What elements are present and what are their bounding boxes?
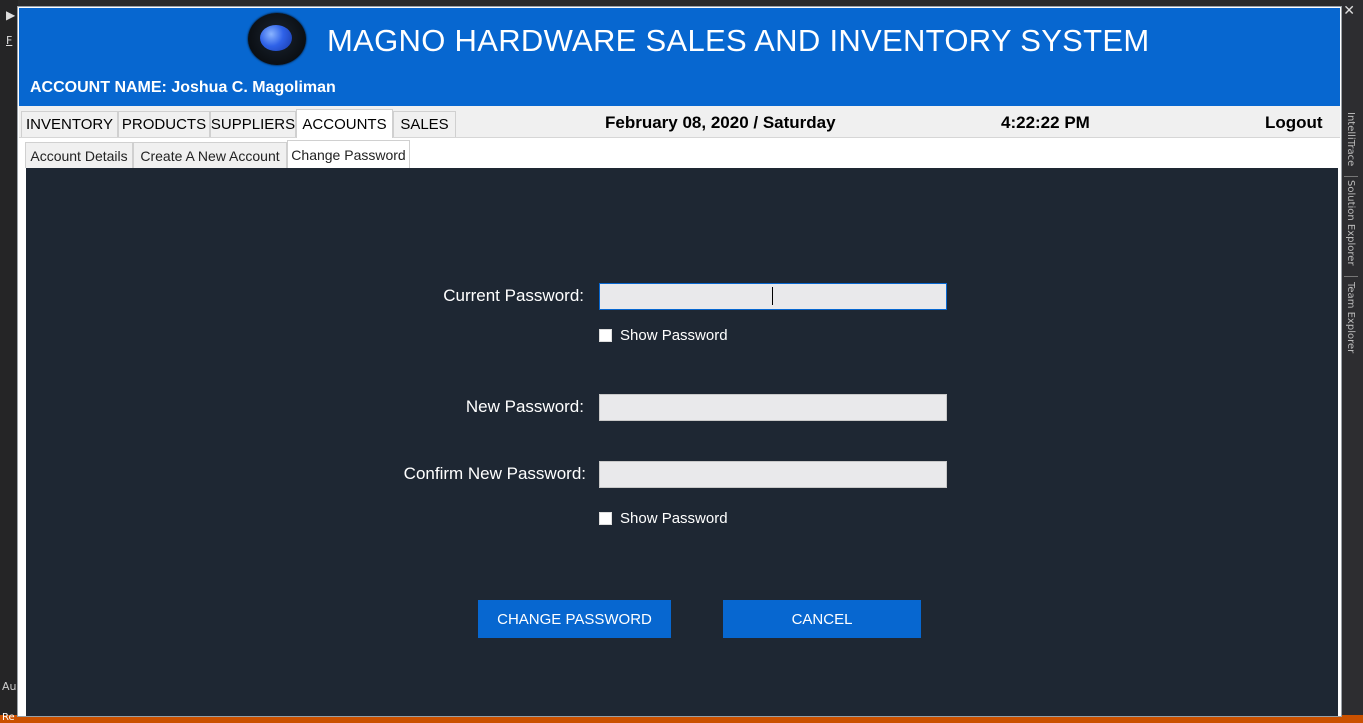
subtab-change-password[interactable]: Change Password — [287, 140, 410, 168]
ide-left-fragment-bottom: Au — [2, 680, 17, 693]
current-date: February 08, 2020 / Saturday — [605, 113, 836, 132]
confirm-password-input[interactable] — [599, 461, 947, 488]
ide-tab-team-explorer[interactable]: Team Explorer — [1345, 282, 1356, 353]
tab-accounts[interactable]: ACCOUNTS — [296, 109, 393, 138]
close-icon[interactable]: ✕ — [1343, 3, 1355, 19]
tab-inventory[interactable]: INVENTORY — [21, 111, 118, 137]
ide-left-fragment: F — [6, 34, 13, 47]
cancel-button[interactable]: CANCEL — [723, 600, 921, 638]
tab-products[interactable]: PRODUCTS — [118, 111, 210, 137]
show-password-checkbox-2[interactable]: Show Password — [599, 510, 728, 527]
new-password-input[interactable] — [599, 394, 947, 421]
subtab-account-details[interactable]: Account Details — [25, 142, 133, 168]
ide-tab-intellitrace[interactable]: IntelliTrace — [1345, 112, 1356, 166]
ide-tab-solution-explorer[interactable]: Solution Explorer — [1345, 180, 1356, 266]
show-password-label-2: Show Password — [620, 510, 728, 527]
checkbox-icon[interactable] — [599, 512, 612, 525]
droplet-logo-icon — [248, 13, 306, 65]
current-password-label: Current Password: — [443, 286, 584, 305]
app-window: MAGNO HARDWARE SALES AND INVENTORY SYSTE… — [17, 6, 1342, 717]
show-password-checkbox-1[interactable]: Show Password — [599, 327, 728, 344]
tab-suppliers[interactable]: SUPPLIERS — [210, 111, 296, 137]
app-header: MAGNO HARDWARE SALES AND INVENTORY SYSTE… — [19, 8, 1340, 106]
confirm-password-label: Confirm New Password: — [403, 464, 586, 483]
ide-right-strip: ✕ IntelliTrace Solution Explorer Team Ex… — [1341, 0, 1363, 723]
logout-link[interactable]: Logout — [1265, 113, 1323, 133]
ide-left-strip: ▶ F Au — [0, 0, 18, 723]
change-password-button[interactable]: CHANGE PASSWORD — [478, 600, 671, 638]
account-name: ACCOUNT NAME: Joshua C. Magoliman — [30, 79, 336, 96]
ide-tab-separator — [1344, 176, 1358, 177]
show-password-label-1: Show Password — [620, 327, 728, 344]
current-time: 4:22:22 PM — [1001, 113, 1090, 132]
ide-status-fragment: Re — [2, 712, 15, 723]
current-password-input[interactable] — [599, 283, 947, 310]
app-title: MAGNO HARDWARE SALES AND INVENTORY SYSTE… — [327, 23, 1150, 58]
new-password-label: New Password: — [465, 397, 584, 416]
subtab-create-account[interactable]: Create A New Account — [133, 142, 287, 168]
ide-tab-separator — [1344, 276, 1358, 277]
change-password-panel: Current Password: Show Password New Pass… — [26, 168, 1338, 716]
checkbox-icon[interactable] — [599, 329, 612, 342]
tab-sales[interactable]: SALES — [393, 111, 456, 137]
play-icon[interactable]: ▶ — [6, 8, 15, 22]
text-caret — [772, 287, 773, 305]
account-subtabbar: Account Details Create A New Account Cha… — [19, 138, 1340, 168]
